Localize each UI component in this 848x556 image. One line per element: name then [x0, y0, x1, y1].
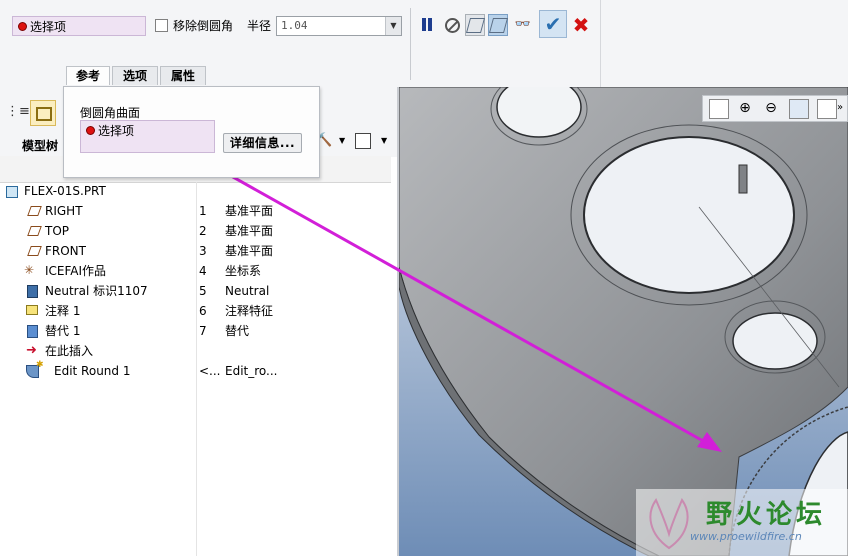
- red-dot-icon: [86, 126, 95, 135]
- watermark-text: 野火论坛: [706, 500, 827, 530]
- watermark-url: www.proewildfire.cn: [690, 530, 802, 543]
- annotation-arrow: [159, 134, 722, 452]
- details-button[interactable]: 详细信息...: [223, 133, 302, 153]
- round-surfaces-collector[interactable]: 选择项: [80, 120, 215, 153]
- watermark-logo: [649, 497, 689, 550]
- collector-label: 选择项: [98, 124, 135, 138]
- round-surfaces-label: 倒圆角曲面: [80, 106, 141, 120]
